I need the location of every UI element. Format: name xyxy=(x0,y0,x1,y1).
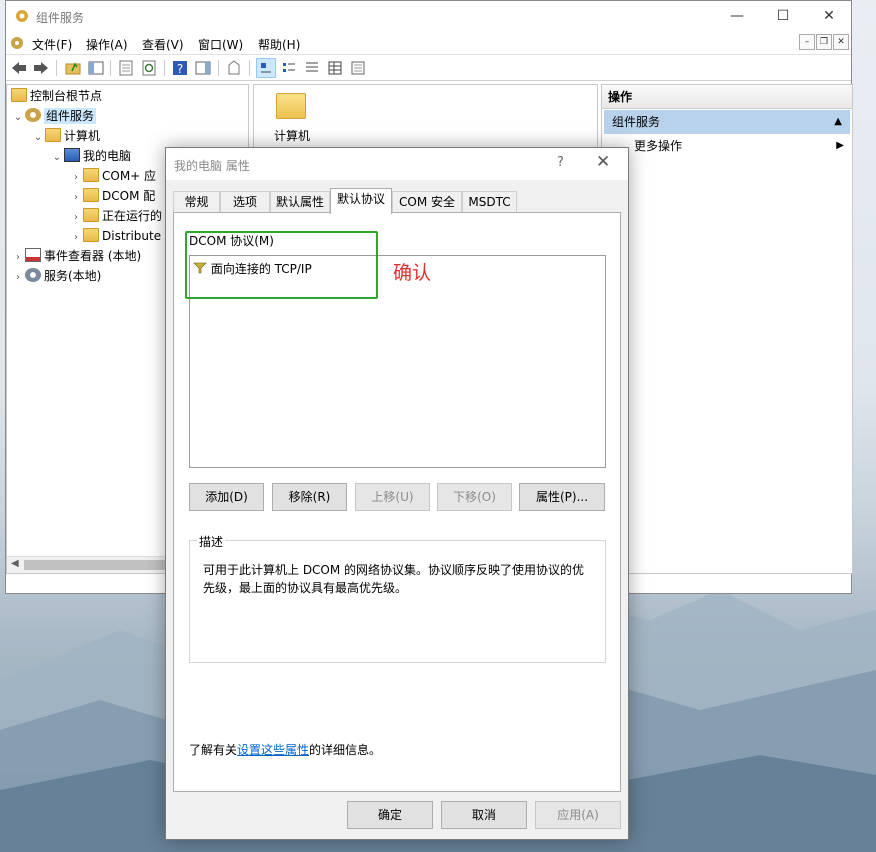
tab-options[interactable]: 选项 xyxy=(220,191,270,213)
folder-icon xyxy=(83,168,99,182)
chevron-right-icon[interactable]: › xyxy=(11,268,25,288)
apply-button[interactable]: 应用(A) xyxy=(535,801,621,829)
tab-com-security[interactable]: COM 安全 xyxy=(392,191,462,213)
component-services-icon xyxy=(25,108,41,122)
menu-window[interactable]: 窗口(W) xyxy=(198,36,243,53)
action-pane-icon[interactable] xyxy=(194,59,212,77)
my-computer-properties-dialog: 我的电脑 属性 ? ✕ 常规 选项 默认属性 默认协议 COM 安全 MSDTC… xyxy=(165,147,629,840)
folder-icon xyxy=(45,128,61,142)
ok-button[interactable]: 确定 xyxy=(347,801,433,829)
tab-default-properties[interactable]: 默认属性 xyxy=(270,191,330,213)
tree-item-com-plus[interactable]: › COM+ 应 xyxy=(69,166,156,186)
forward-icon[interactable] xyxy=(32,59,50,77)
export-list-icon[interactable] xyxy=(117,59,135,77)
chevron-down-icon[interactable]: ⌄ xyxy=(50,148,64,168)
back-icon[interactable] xyxy=(10,59,28,77)
tree-item-services[interactable]: › 服务(本地) xyxy=(11,266,101,286)
tree-item-computers[interactable]: ⌄ 计算机 xyxy=(31,126,100,146)
chevron-right-icon[interactable]: › xyxy=(69,208,83,228)
folder-icon xyxy=(83,208,99,222)
settings-help-link[interactable]: 设置这些属性 xyxy=(237,743,309,757)
tree-item-distributed[interactable]: › Distribute xyxy=(69,226,161,246)
gear-icon xyxy=(25,268,41,282)
actions-header: 操作 xyxy=(602,85,852,109)
tree-item-dcom-config[interactable]: › DCOM 配 xyxy=(69,186,155,206)
description-group: 描述 可用于此计算机上 DCOM 的网络协议集。协议顺序反映了使用协议的优先级，… xyxy=(189,533,606,663)
scrollbar-thumb[interactable] xyxy=(24,560,174,570)
help-info-line: 了解有关设置这些属性的详细信息。 xyxy=(189,743,382,757)
main-titlebar: 组件服务 — ☐ ✕ xyxy=(6,1,851,32)
tab-general[interactable]: 常规 xyxy=(173,191,220,213)
chevron-right-icon: ▶ xyxy=(836,140,844,151)
folder-icon[interactable] xyxy=(276,93,306,119)
menubar: 文件(F) 操作(A) 查看(V) 窗口(W) 帮助(H) xyxy=(6,32,851,54)
collapse-up-icon[interactable]: ▲ xyxy=(834,110,842,134)
tab-default-protocols[interactable]: 默认协议 xyxy=(330,188,392,214)
chevron-down-icon[interactable]: ⌄ xyxy=(31,128,45,148)
small-icons-view-icon[interactable] xyxy=(280,59,298,77)
folder-icon xyxy=(83,188,99,202)
chevron-right-icon[interactable]: › xyxy=(11,248,25,268)
tree-item-component-services[interactable]: ⌄ 组件服务 xyxy=(11,106,97,128)
dialog-close-button[interactable]: ✕ xyxy=(596,152,610,172)
large-icons-view-icon[interactable] xyxy=(256,58,276,78)
cancel-button[interactable]: 取消 xyxy=(441,801,527,829)
chevron-down-icon[interactable]: ⌄ xyxy=(11,108,25,128)
new-window-icon[interactable] xyxy=(225,59,243,77)
description-title: 描述 xyxy=(197,533,226,550)
close-button[interactable]: ✕ xyxy=(806,1,852,32)
svg-text:?: ? xyxy=(177,62,183,76)
toolbar: ? xyxy=(6,54,851,81)
chevron-right-icon[interactable]: › xyxy=(69,188,83,208)
up-folder-icon[interactable] xyxy=(64,59,82,77)
annotation-highlight-box xyxy=(185,231,378,299)
scroll-left-icon[interactable]: ◀ xyxy=(11,558,19,569)
annotation-confirm-text: 确认 xyxy=(393,262,432,284)
computer-icon xyxy=(64,148,80,162)
maximize-button[interactable]: ☐ xyxy=(760,1,806,32)
tree-item-console-root[interactable]: 控制台根节点 xyxy=(11,86,102,106)
help-button[interactable]: ? xyxy=(557,155,564,170)
properties-view-icon[interactable] xyxy=(349,59,367,77)
tree-item-running[interactable]: › 正在运行的 xyxy=(69,206,162,226)
properties-button[interactable]: 属性(P)... xyxy=(519,483,605,511)
remove-button[interactable]: 移除(R) xyxy=(272,483,347,511)
tab-msdtc[interactable]: MSDTC xyxy=(462,191,517,213)
help-icon[interactable]: ? xyxy=(171,59,189,77)
mdi-minimize-button[interactable]: – xyxy=(799,34,815,50)
mdi-controls: – ❐ ✕ xyxy=(799,34,849,50)
show-hide-tree-icon[interactable] xyxy=(87,59,105,77)
dialog-title: 我的电脑 属性 xyxy=(174,159,250,173)
menu-view[interactable]: 查看(V) xyxy=(142,36,184,53)
move-down-button[interactable]: 下移(O) xyxy=(437,483,512,511)
folder-icon xyxy=(83,228,99,242)
menu-action[interactable]: 操作(A) xyxy=(86,36,128,53)
minimize-button[interactable]: — xyxy=(714,1,760,32)
chevron-right-icon[interactable]: › xyxy=(69,228,83,248)
more-actions-item[interactable]: 更多操作 ▶ xyxy=(602,135,852,157)
refresh-icon[interactable] xyxy=(140,59,158,77)
chevron-right-icon[interactable]: › xyxy=(69,168,83,188)
actions-pane: 操作 组件服务 ▲ 更多操作 ▶ xyxy=(601,84,853,574)
description-text: 可用于此计算机上 DCOM 的网络协议集。协议顺序反映了使用协议的优先级，最上面… xyxy=(203,563,585,595)
tree-item-event-viewer[interactable]: › 事件查看器 (本地) xyxy=(11,246,141,266)
main-window-title: 组件服务 xyxy=(36,11,85,25)
console-menu-icon[interactable] xyxy=(9,35,25,51)
dialog-titlebar: 我的电脑 属性 ? ✕ xyxy=(166,148,628,180)
add-button[interactable]: 添加(D) xyxy=(189,483,264,511)
event-viewer-icon xyxy=(25,248,41,262)
menu-file[interactable]: 文件(F) xyxy=(32,36,72,53)
component-services-icon xyxy=(16,10,28,22)
list-view-icon[interactable] xyxy=(303,59,321,77)
mdi-close-button[interactable]: ✕ xyxy=(833,34,849,50)
detail-view-icon[interactable] xyxy=(326,59,344,77)
move-up-button[interactable]: 上移(U) xyxy=(355,483,430,511)
menu-help[interactable]: 帮助(H) xyxy=(258,36,300,53)
actions-section-component-services[interactable]: 组件服务 ▲ xyxy=(604,110,850,134)
folder-icon xyxy=(11,88,27,102)
mdi-restore-button[interactable]: ❐ xyxy=(816,34,832,50)
tree-item-my-computer[interactable]: ⌄ 我的电脑 xyxy=(50,146,131,166)
tab-panel-default-protocols: DCOM 协议(M) 面向连接的 TCP/IP 确认 添加(D) 移除(R) 上… xyxy=(173,212,621,792)
content-item-computers[interactable]: 计算机 xyxy=(274,127,310,144)
